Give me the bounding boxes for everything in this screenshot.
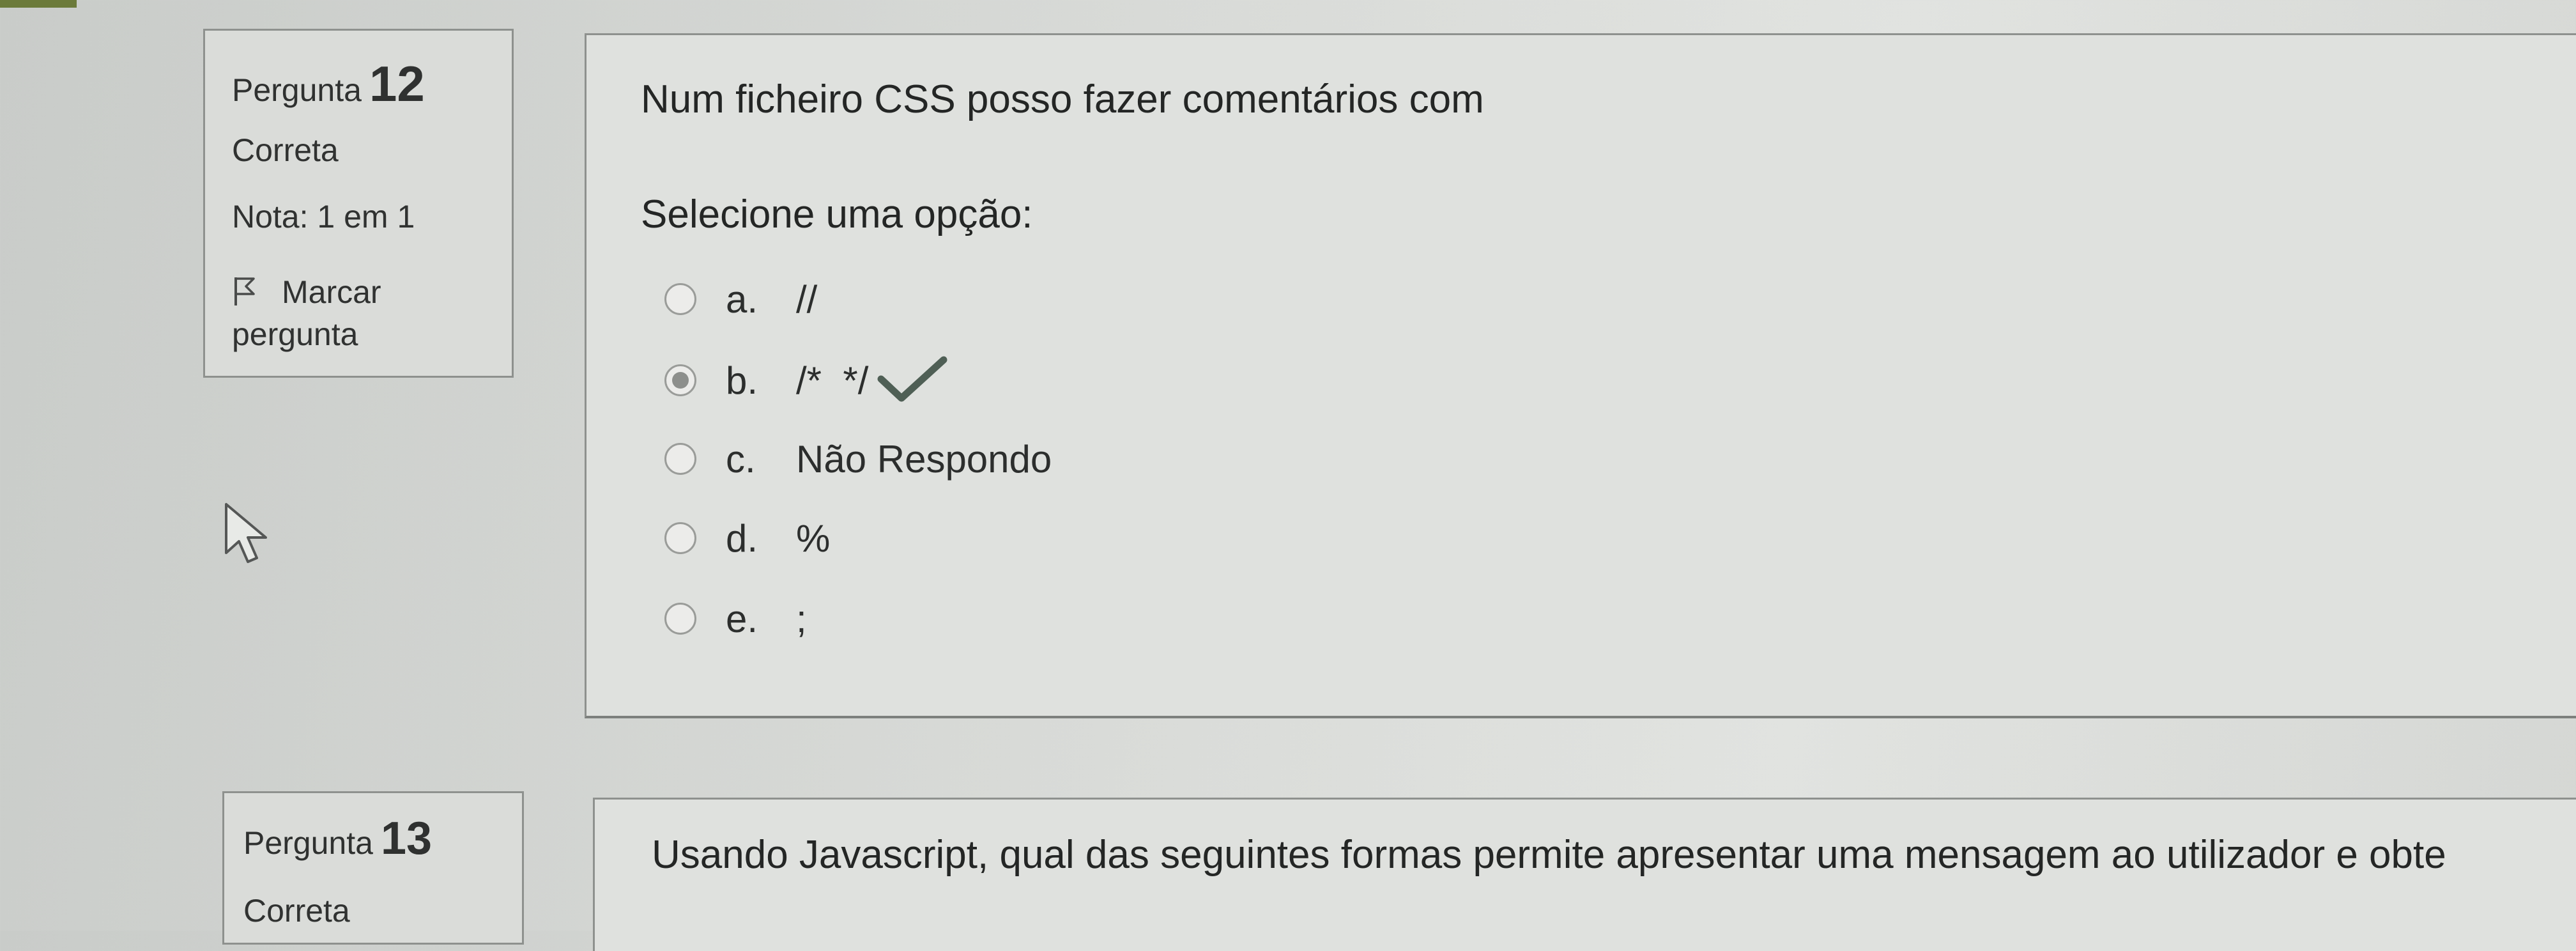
question-label: Pergunta 13 — [243, 812, 432, 865]
option-letter: a. — [726, 277, 758, 321]
grade-text: Nota: 1 em 1 — [232, 199, 415, 235]
option-d[interactable]: d. % — [664, 513, 830, 564]
option-text: /* */ — [796, 359, 869, 402]
question-text: Usando Javascript, qual das seguintes fo… — [652, 833, 2446, 877]
option-text: Não Respondo — [796, 437, 1052, 481]
option-a[interactable]: a. // — [664, 274, 817, 325]
question-label-text: Pergunta — [232, 72, 362, 108]
flag-question-link-2[interactable]: pergunta — [232, 316, 358, 353]
top-corner-accent — [0, 0, 77, 8]
option-e[interactable]: e. ; — [664, 593, 807, 644]
radio-d[interactable] — [664, 522, 696, 554]
radio-a[interactable] — [664, 283, 696, 315]
question-text: Num ficheiro CSS posso fazer comentários… — [641, 77, 1484, 121]
question-number: 12 — [369, 56, 425, 112]
question-label-text: Pergunta — [243, 825, 373, 861]
select-prompt: Selecione uma opção: — [641, 192, 1033, 236]
radio-e[interactable] — [664, 603, 696, 635]
question-number: 13 — [380, 813, 433, 864]
question-13-info: Pergunta 13 Correta — [222, 791, 524, 945]
mouse-pointer-icon — [224, 502, 275, 569]
option-letter: e. — [726, 597, 758, 640]
option-text: % — [796, 516, 831, 560]
flag-icon[interactable] — [232, 275, 257, 310]
status-text: Correta — [243, 893, 350, 929]
status-text: Correta — [232, 132, 339, 168]
option-c[interactable]: c. Não Respondo — [664, 433, 1052, 484]
option-letter: d. — [726, 516, 758, 560]
radio-b-selected[interactable] — [664, 364, 696, 396]
option-text: ; — [796, 597, 807, 640]
flag-question-link[interactable]: Marcar — [282, 274, 381, 311]
option-letter: b. — [726, 359, 758, 402]
question-label: Pergunta 12 — [232, 55, 425, 113]
question-12-info: Pergunta 12 Correta Nota: 1 em 1 Marcar p… — [203, 29, 514, 378]
option-letter: c. — [726, 437, 756, 481]
option-b[interactable]: b. /* */ — [664, 355, 947, 406]
option-text: // — [796, 277, 818, 321]
radio-c[interactable] — [664, 443, 696, 475]
checkmark-icon — [877, 353, 947, 408]
